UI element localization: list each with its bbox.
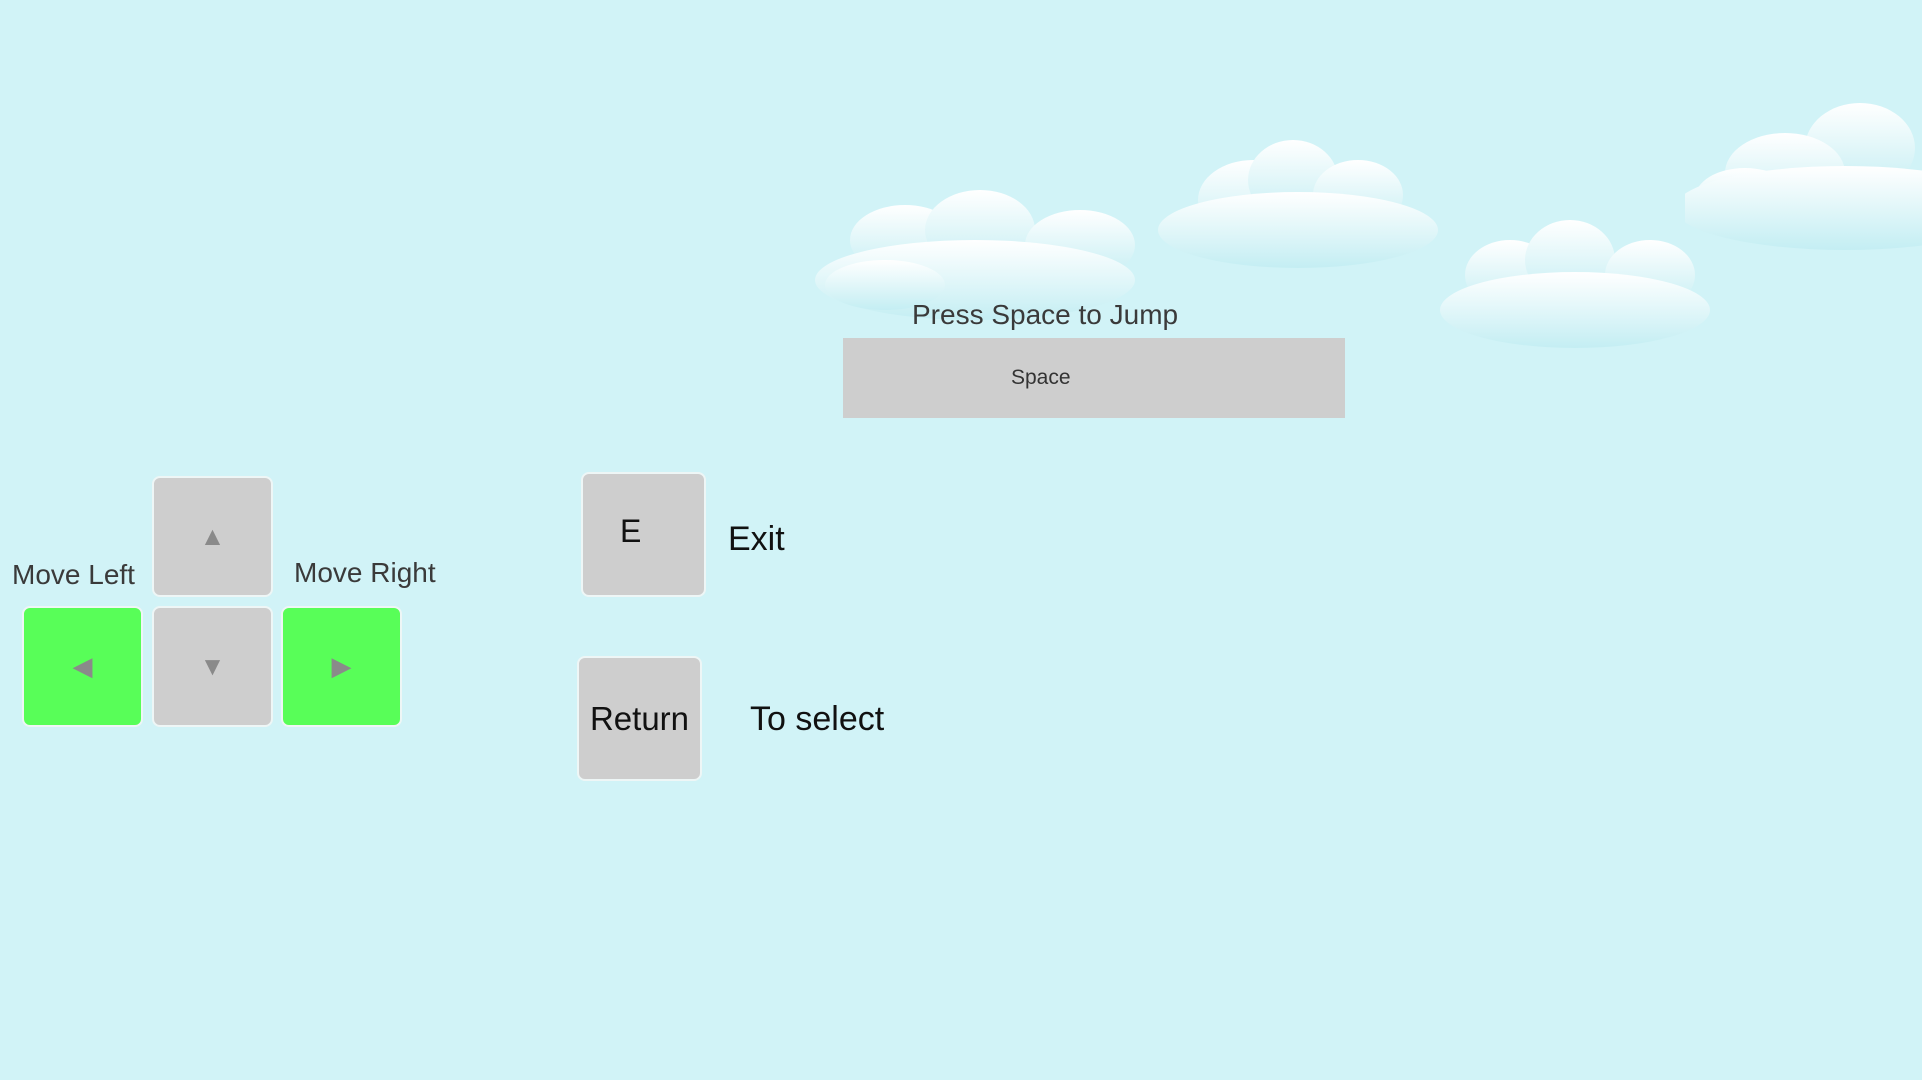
space-key[interactable]: Space (843, 338, 1345, 418)
left-arrow-icon: ◀ (72, 651, 93, 681)
space-key-label: Space (1011, 366, 1071, 389)
left-arrow-key[interactable]: ◀ (22, 606, 143, 727)
right-arrow-icon: ▶ (331, 651, 352, 681)
move-right-label: Move Right (294, 557, 436, 588)
up-arrow-icon: ▲ (199, 521, 226, 551)
up-arrow-key[interactable]: ▲ (152, 476, 273, 597)
cloud (1685, 103, 1922, 250)
down-arrow-key[interactable]: ▼ (152, 606, 273, 727)
e-key[interactable]: E (581, 472, 706, 597)
right-arrow-key[interactable]: ▶ (281, 606, 402, 727)
select-label: To select (750, 700, 885, 738)
exit-label: Exit (728, 520, 785, 558)
e-key-label: E (620, 513, 642, 549)
down-arrow-icon: ▼ (199, 651, 226, 681)
return-key-label: Return (589, 699, 690, 737)
return-key[interactable]: Return (577, 656, 702, 781)
move-left-label: Move Left (12, 559, 135, 590)
cloud (1440, 220, 1710, 348)
jump-hint: Press Space to Jump (912, 299, 1179, 330)
cloud (1158, 140, 1438, 268)
